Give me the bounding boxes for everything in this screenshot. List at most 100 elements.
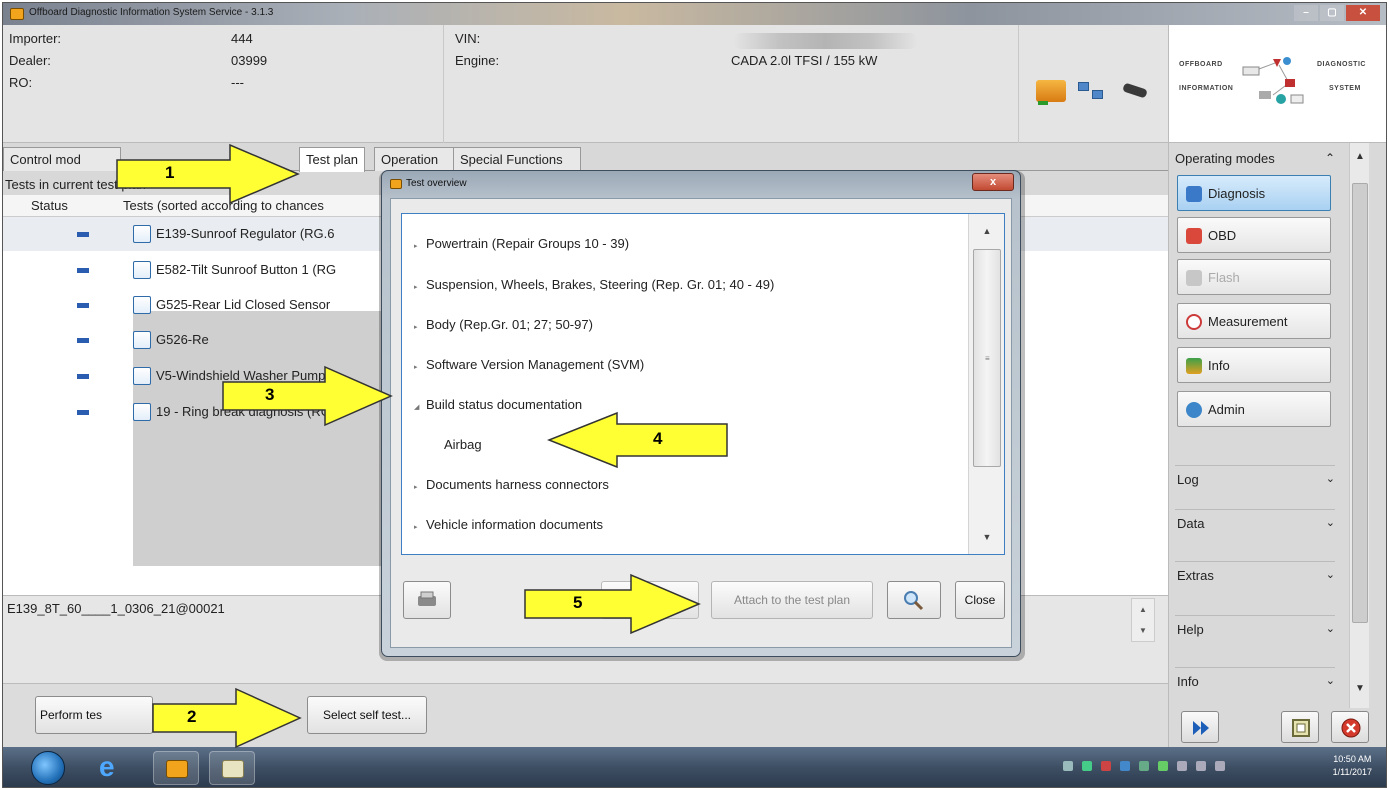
tree-item-vehicle-info[interactable]: ▸ Vehicle information documents [414, 517, 603, 532]
tab-control-modules[interactable]: Control mod [3, 147, 121, 171]
vin-label: VIN: [455, 31, 481, 46]
minimize-button[interactable]: – [1294, 5, 1318, 21]
file-taskbar-button[interactable] [209, 751, 255, 785]
test-checkbox[interactable] [133, 225, 151, 243]
test-checkbox[interactable] [133, 296, 151, 314]
odis-logo: OFFBOARD DIAGNOSTIC INFORMATION SYSTEM [1168, 25, 1386, 143]
section-data[interactable]: Data ⌄ [1175, 509, 1335, 535]
tree-item-suspension[interactable]: ▸ Suspension, Wheels, Brakes, Steering (R… [414, 277, 774, 292]
diagnostic-cable-icon[interactable] [1122, 80, 1153, 102]
right-arrow-icon [116, 143, 300, 205]
col-status[interactable]: Status [31, 198, 68, 213]
ro-value: --- [231, 75, 244, 90]
title-bar: Offboard Diagnostic Information System S… [3, 3, 1386, 25]
expand-triangle-icon[interactable]: ▸ [414, 323, 426, 331]
test-checkbox[interactable] [133, 367, 151, 385]
scroll-thumb[interactable] [1352, 183, 1368, 623]
expand-chevron-icon[interactable]: ⌄ [1326, 674, 1335, 687]
right-arrow-icon [152, 687, 302, 749]
expand-triangle-icon[interactable]: ▸ [414, 363, 426, 371]
id-scroller[interactable]: ▲ ▼ [1131, 598, 1155, 642]
odis-taskbar-button[interactable] [153, 751, 199, 785]
vin-value-redacted [733, 33, 918, 49]
measurement-icon [1186, 314, 1202, 330]
mode-obd-button[interactable]: OBD [1177, 217, 1331, 253]
double-arrow-icon [1193, 721, 1209, 735]
tree-item-build-status[interactable]: ◢ Build status documentation [414, 397, 582, 412]
tab-special-functions[interactable]: Special Functions [453, 147, 581, 171]
section-help[interactable]: Help ⌄ [1175, 615, 1335, 641]
screen: Offboard Diagnostic Information System S… [2, 2, 1387, 788]
expand-chevron-icon[interactable]: ⌄ [1326, 568, 1335, 581]
tree-scrollbar[interactable]: ▲ ≡ ▼ [968, 214, 1004, 554]
start-button[interactable] [31, 751, 65, 785]
test-checkbox[interactable] [133, 331, 151, 349]
maximize-button[interactable]: ▢ [1320, 5, 1344, 21]
dealer-value: 03999 [231, 53, 268, 68]
expand-chevron-icon[interactable]: ⌄ [1326, 516, 1335, 529]
collapse-chevron-icon[interactable]: ⌃ [1325, 151, 1335, 165]
forward-button[interactable] [1181, 711, 1219, 743]
expand-triangle-icon[interactable]: ▸ [414, 483, 426, 491]
select-self-test-button[interactable]: Select self test... [307, 696, 427, 734]
perform-test-button[interactable]: Perform tes [35, 696, 153, 734]
tab-test-plan[interactable]: Test plan [299, 147, 366, 172]
ro-label: RO: [9, 75, 33, 90]
attach-to-test-plan-button[interactable]: Attach to the test plan [711, 581, 873, 619]
collapse-triangle-icon[interactable]: ◢ [414, 403, 426, 411]
test-checkbox[interactable] [133, 403, 151, 421]
scroll-down-icon[interactable]: ▼ [1350, 683, 1370, 694]
sidebar-scrollbar[interactable]: ▲ ▼ [1349, 143, 1369, 708]
network-icon[interactable] [1078, 80, 1108, 102]
tab-operation[interactable]: Operation [374, 147, 454, 171]
exit-button[interactable] [1331, 711, 1369, 743]
expand-triangle-icon[interactable]: ▸ [414, 283, 426, 291]
mode-info-button[interactable]: Info [1177, 347, 1331, 383]
section-info[interactable]: Info ⌄ [1175, 667, 1335, 693]
scroll-down-icon[interactable]: ▼ [969, 532, 1005, 542]
section-extras[interactable]: Extras ⌄ [1175, 561, 1335, 587]
tree-item-svm[interactable]: ▸ Software Version Management (SVM) [414, 357, 644, 372]
search-button[interactable] [887, 581, 941, 619]
importer-value: 444 [231, 31, 253, 46]
dialog-close-x-button[interactable]: x [972, 173, 1014, 191]
dialog-close-button[interactable]: Close [955, 581, 1005, 619]
section-log[interactable]: Log ⌄ [1175, 465, 1335, 491]
expand-triangle-icon[interactable]: ▸ [414, 523, 426, 531]
window-title: Offboard Diagnostic Information System S… [29, 7, 274, 18]
scroll-up-icon[interactable]: ▲ [969, 226, 1005, 236]
expand-chevron-icon[interactable]: ⌄ [1326, 622, 1335, 635]
tree-item-airbag[interactable]: Airbag [444, 437, 482, 452]
mode-admin-button[interactable]: Admin [1177, 391, 1331, 427]
close-window-button[interactable]: ✕ [1346, 5, 1380, 21]
expand-chevron-icon[interactable]: ⌄ [1326, 472, 1335, 485]
expand-triangle-icon[interactable]: ▸ [414, 242, 426, 250]
status-indicator [77, 268, 89, 273]
scroll-up-icon[interactable]: ▲ [1350, 151, 1370, 162]
internet-explorer-icon[interactable]: e [99, 753, 115, 781]
test-name: E139-Sunroof Regulator (RG.6 [156, 226, 335, 241]
print-button[interactable] [403, 581, 451, 619]
callout-arrow-4: 4 [546, 411, 729, 469]
mode-measurement-button[interactable]: Measurement [1177, 303, 1331, 339]
tree-item-harness-connectors[interactable]: ▸ Documents harness connectors [414, 477, 609, 492]
vehicle-connection-icon[interactable] [1036, 80, 1066, 105]
tree-item-powertrain[interactable]: ▸ Powertrain (Repair Groups 10 - 39) [414, 236, 629, 251]
dialog-title: Test overview [406, 178, 467, 189]
screenshot-button[interactable] [1281, 711, 1319, 743]
operating-modes-heading[interactable]: Operating modes ⌃ [1175, 151, 1335, 166]
logo-art: OFFBOARD DIAGNOSTIC INFORMATION SYSTEM [1179, 55, 1379, 115]
frame-icon [1292, 719, 1310, 737]
admin-icon [1186, 402, 1202, 418]
system-tray [1063, 761, 1225, 771]
clock[interactable]: 10:50 AM 1/11/2017 [1333, 753, 1372, 779]
right-arrow-icon [222, 365, 393, 427]
flash-icon [1186, 270, 1202, 286]
sidebar: Operating modes ⌃ Diagnosis OBD Flash Me… [1168, 143, 1386, 747]
test-name: G525-Rear Lid Closed Sensor [156, 297, 331, 312]
test-checkbox[interactable] [133, 261, 151, 279]
clock-time: 10:50 AM [1333, 754, 1372, 764]
mode-diagnosis-button[interactable]: Diagnosis [1177, 175, 1331, 211]
test-tree: ▸ Powertrain (Repair Groups 10 - 39) ▸ Sus… [401, 213, 1005, 555]
tree-item-body[interactable]: ▸ Body (Rep.Gr. 01; 27; 50-97) [414, 317, 593, 332]
